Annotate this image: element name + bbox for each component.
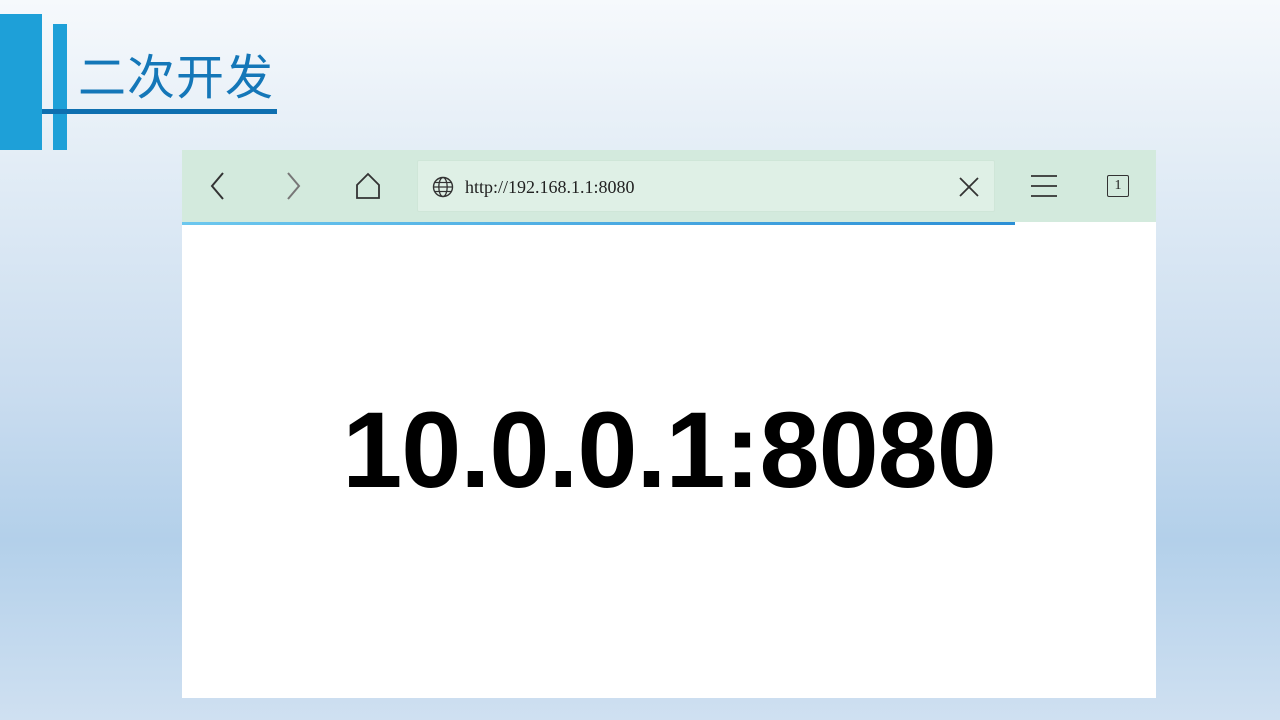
chevron-left-icon bbox=[210, 172, 224, 200]
accent-bar-right bbox=[53, 24, 67, 150]
menu-button[interactable] bbox=[1022, 164, 1066, 208]
hamburger-menu-icon bbox=[1031, 175, 1057, 197]
browser-window: http://192.168.1.1:8080 1 10.0.0.1:8080 bbox=[182, 150, 1156, 698]
slide-title: 二次开发 bbox=[78, 50, 275, 106]
accent-bar-left bbox=[0, 14, 42, 150]
close-icon bbox=[959, 177, 979, 197]
home-icon bbox=[356, 172, 380, 199]
home-button[interactable] bbox=[346, 164, 390, 208]
browser-toolbar: http://192.168.1.1:8080 1 bbox=[182, 150, 1156, 222]
back-button[interactable] bbox=[196, 164, 240, 208]
globe-icon bbox=[432, 176, 454, 198]
url-text[interactable]: http://192.168.1.1:8080 bbox=[465, 175, 635, 199]
page-content: 10.0.0.1:8080 bbox=[182, 225, 1156, 698]
clear-url-button[interactable] bbox=[956, 174, 982, 200]
forward-button[interactable] bbox=[271, 164, 315, 208]
title-underline bbox=[42, 109, 277, 114]
tab-count: 1 bbox=[1107, 175, 1129, 197]
display-address: 10.0.0.1:8080 bbox=[342, 389, 997, 510]
tabs-button[interactable]: 1 bbox=[1096, 164, 1140, 208]
address-bar[interactable]: http://192.168.1.1:8080 bbox=[417, 160, 995, 212]
chevron-right-icon bbox=[287, 172, 301, 200]
